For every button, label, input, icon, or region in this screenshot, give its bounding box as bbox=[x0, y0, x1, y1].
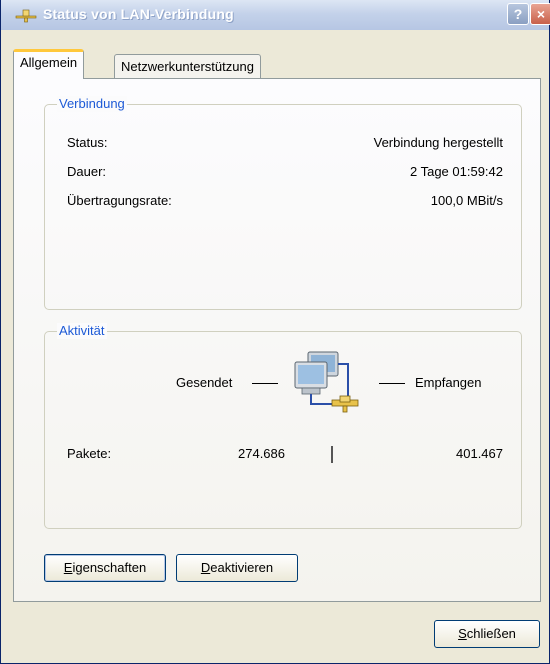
status-value: Verbindung hergestellt bbox=[373, 135, 503, 150]
connection-group-title: Verbindung bbox=[57, 96, 127, 112]
close-label-rest: chließen bbox=[466, 626, 516, 641]
received-line bbox=[379, 383, 405, 384]
deactivate-accel: D bbox=[200, 560, 211, 575]
dialog-window: Status von LAN-Verbindung ? × Allgemein … bbox=[0, 0, 550, 664]
network-connection-icon bbox=[15, 9, 37, 23]
packets-divider bbox=[331, 446, 333, 463]
duration-label: Dauer: bbox=[67, 164, 107, 179]
packets-label: Pakete: bbox=[67, 446, 112, 461]
packets-sent-value: 274.686 bbox=[238, 446, 285, 461]
window-title: Status von LAN-Verbindung bbox=[43, 6, 234, 22]
deactivate-button[interactable]: Deaktivieren bbox=[176, 554, 298, 582]
properties-label-rest: igenschaften bbox=[72, 560, 147, 575]
tab-allgemein[interactable]: Allgemein bbox=[13, 49, 85, 79]
tab-netzwerkunterstuetzung[interactable]: Netzwerkunterstützung bbox=[114, 54, 261, 80]
close-button[interactable]: Schließen bbox=[434, 620, 540, 648]
sent-label: Gesendet bbox=[176, 375, 233, 390]
close-accel: S bbox=[458, 626, 467, 641]
status-label: Status: bbox=[67, 135, 108, 150]
deactivate-label-rest: eaktivieren bbox=[210, 560, 274, 575]
tab-panel-allgemein: Verbindung Status: Verbindung hergestell… bbox=[13, 78, 541, 602]
activity-group-title: Aktivität bbox=[57, 323, 107, 339]
help-button[interactable]: ? bbox=[507, 3, 529, 25]
activity-group: Aktivität Gesendet Empfangen Pakete: 274… bbox=[44, 323, 522, 529]
connection-group: Verbindung Status: Verbindung hergestell… bbox=[44, 96, 522, 310]
title-bar[interactable]: Status von LAN-Verbindung ? × bbox=[1, 0, 550, 30]
properties-button[interactable]: Eigenschaften bbox=[44, 554, 166, 582]
sent-line bbox=[252, 383, 278, 384]
received-label: Empfangen bbox=[415, 375, 482, 390]
network-computers-icon bbox=[294, 351, 359, 413]
duration-value: 2 Tage 01:59:42 bbox=[409, 164, 503, 179]
packets-received-value: 401.467 bbox=[456, 446, 503, 461]
close-window-button[interactable]: × bbox=[530, 3, 550, 25]
speed-value: 100,0 MBit/s bbox=[430, 193, 503, 208]
speed-label: Übertragungsrate: bbox=[67, 193, 172, 208]
